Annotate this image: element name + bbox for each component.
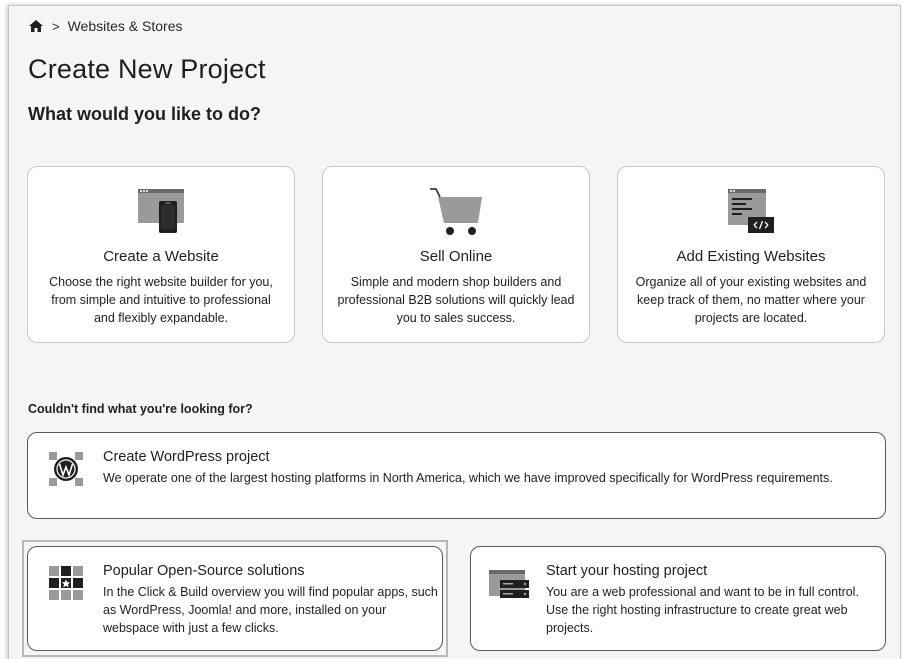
app-grid-icon: [49, 566, 83, 600]
option-title: Popular Open-Source solutions: [103, 563, 305, 579]
add-existing-websites-card[interactable]: Add Existing Websites Organize all of yo…: [617, 166, 885, 343]
wordpress-project-option[interactable]: Create WordPress project We operate one …: [27, 432, 886, 519]
hosting-project-option[interactable]: Start your hosting project You are a web…: [470, 546, 886, 651]
option-description: You are a web professional and want to b…: [546, 585, 859, 635]
wordpress-icon: [49, 452, 83, 486]
card-description: Organize all of your existing websites a…: [635, 275, 867, 325]
code-document-icon: [728, 189, 774, 233]
sell-online-card[interactable]: Sell Online Simple and modern shop build…: [322, 166, 590, 343]
option-description: In the Click & Build overview you will f…: [103, 585, 438, 635]
card-title: Create a Website: [103, 248, 219, 265]
page-subtitle: What would you like to do?: [28, 104, 261, 124]
option-description: We operate one of the largest hosting pl…: [103, 471, 833, 485]
option-title: Create WordPress project: [103, 449, 270, 465]
card-description: Choose the right website builder for you…: [49, 275, 273, 325]
server-icon: [489, 570, 529, 598]
open-source-solutions-option[interactable]: Popular Open-Source solutions In the Cli…: [27, 546, 443, 651]
breadcrumb: > Websites & Stores: [28, 18, 183, 34]
card-description: Simple and modern shop builders and prof…: [337, 275, 575, 325]
create-website-card[interactable]: Create a Website Choose the right websit…: [27, 166, 295, 343]
breadcrumb-separator: >: [52, 18, 60, 34]
card-title: Add Existing Websites: [676, 248, 826, 265]
breadcrumb-current[interactable]: Websites & Stores: [68, 18, 183, 34]
option-title: Start your hosting project: [546, 563, 708, 579]
section-label: Couldn't find what you're looking for?: [28, 402, 253, 416]
shopping-cart-icon: [430, 188, 482, 235]
website-device-icon: [138, 189, 184, 233]
card-title: Sell Online: [419, 248, 493, 265]
page-title: Create New Project: [28, 54, 266, 84]
main-panel: > Websites & Stores Create New Project W…: [8, 5, 901, 659]
home-icon[interactable]: [28, 19, 44, 33]
